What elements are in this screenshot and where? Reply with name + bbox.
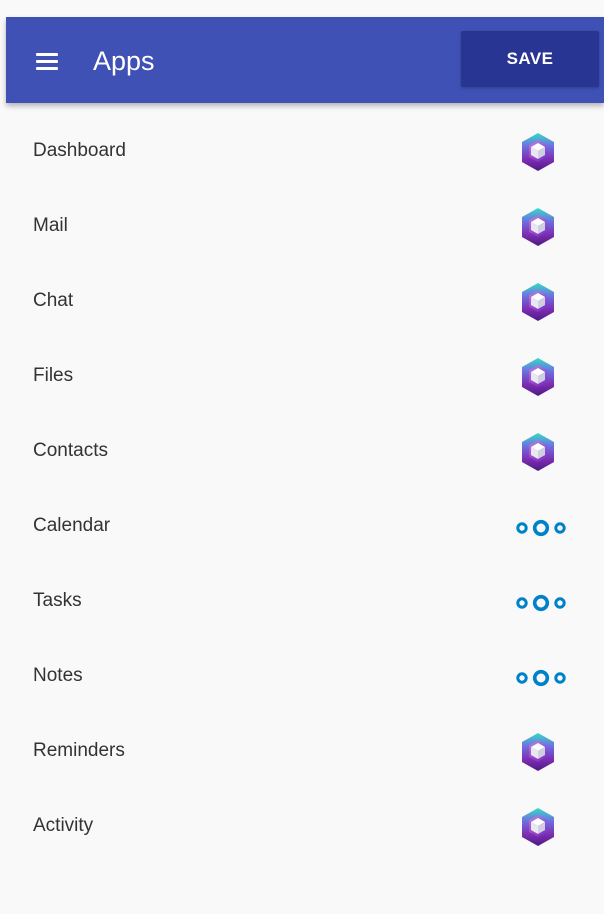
- app-label: Tasks: [33, 590, 82, 611]
- app-item-tasks[interactable]: Tasks: [0, 553, 604, 628]
- hexagon-app-icon: [522, 808, 554, 846]
- app-item-activity[interactable]: Activity: [0, 778, 604, 853]
- app-label: Calendar: [33, 515, 111, 536]
- app-label: Dashboard: [33, 140, 126, 161]
- app-label: Reminders: [33, 740, 125, 761]
- hexagon-app-icon: [522, 433, 554, 471]
- hamburger-menu-icon[interactable]: [36, 52, 58, 70]
- rings-logo-icon: [515, 669, 567, 687]
- app-item-reminders[interactable]: Reminders: [0, 703, 604, 778]
- app-list: Dashboard Mail Chat Files Contacts Calen…: [0, 103, 604, 853]
- hexagon-app-icon: [522, 133, 554, 171]
- page-title: Apps: [93, 46, 155, 76]
- rings-logo-icon: [515, 519, 567, 537]
- hexagon-app-icon: [522, 358, 554, 396]
- app-item-chat[interactable]: Chat: [0, 253, 604, 328]
- app-item-files[interactable]: Files: [0, 328, 604, 403]
- app-item-mail[interactable]: Mail: [0, 178, 604, 253]
- rings-logo-icon: [515, 594, 567, 612]
- save-button[interactable]: SAVE: [461, 31, 599, 87]
- hexagon-app-icon: [522, 733, 554, 771]
- app-label: Activity: [33, 815, 94, 836]
- hexagon-app-icon: [522, 208, 554, 246]
- app-label: Mail: [33, 215, 68, 236]
- hexagon-app-icon: [522, 283, 554, 321]
- app-item-contacts[interactable]: Contacts: [0, 403, 604, 478]
- app-label: Contacts: [33, 440, 108, 461]
- app-label: Files: [33, 365, 74, 386]
- app-label: Notes: [33, 665, 83, 686]
- app-bar: Apps SAVE: [6, 17, 604, 103]
- app-item-dashboard[interactable]: Dashboard: [0, 103, 604, 178]
- app-item-calendar[interactable]: Calendar: [0, 478, 604, 553]
- app-label: Chat: [33, 290, 74, 311]
- app-item-notes[interactable]: Notes: [0, 628, 604, 703]
